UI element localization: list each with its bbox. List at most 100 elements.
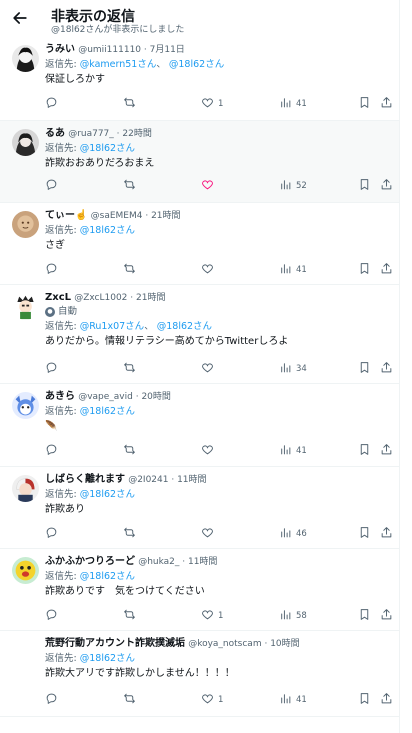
- like-button[interactable]: [201, 443, 218, 459]
- display-name[interactable]: 荒野行動アカウント詐欺撲滅垢: [45, 638, 185, 649]
- timestamp[interactable]: 7月11日: [150, 45, 185, 55]
- bookmark-button[interactable]: [358, 692, 371, 708]
- avatar[interactable]: [12, 475, 39, 502]
- share-button[interactable]: [380, 608, 393, 624]
- share-button[interactable]: [380, 526, 393, 542]
- tweet[interactable]: ふかふかつりろーど @huka2_ · 11時間 返信先: @18l62さん 詐欺…: [0, 549, 399, 631]
- reply-button[interactable]: [45, 692, 62, 708]
- like-button[interactable]: 1: [201, 692, 223, 708]
- mention-link[interactable]: @Ru1x07さん: [80, 321, 144, 332]
- views-button[interactable]: 41: [279, 692, 307, 708]
- bookmark-button[interactable]: [358, 526, 371, 542]
- handle[interactable]: @2I0241: [128, 475, 168, 485]
- views-button[interactable]: 52: [279, 178, 307, 194]
- timestamp[interactable]: 22時間: [122, 129, 151, 139]
- retweet-button[interactable]: [123, 692, 140, 708]
- tweet[interactable]: 荒野行動アカウント詐欺撲滅垢 @koya_notscam · 10時間 返信先:…: [0, 631, 399, 717]
- avatar[interactable]: [12, 211, 39, 238]
- share-button[interactable]: [380, 178, 393, 194]
- avatar[interactable]: [12, 129, 39, 156]
- handle[interactable]: @umii111110: [78, 45, 141, 55]
- like-button[interactable]: [201, 178, 218, 194]
- tweet[interactable]: るあ @rua777_ · 22時間 返信先: @18l62さん 詐欺おおありだろ…: [0, 121, 399, 203]
- bookmark-button[interactable]: [358, 361, 371, 377]
- mention-link[interactable]: @18l62さん: [80, 225, 135, 236]
- views-button[interactable]: 41: [279, 262, 307, 278]
- display-name[interactable]: てぃー☝️: [45, 210, 87, 221]
- avatar[interactable]: [12, 392, 39, 419]
- avatar[interactable]: [12, 45, 39, 72]
- handle[interactable]: @ZxcL1002: [74, 293, 127, 303]
- share-button[interactable]: [380, 361, 393, 377]
- mention-link[interactable]: @18l62さん: [157, 321, 212, 332]
- share-button[interactable]: [380, 262, 393, 278]
- retweet-button[interactable]: [123, 608, 140, 624]
- timestamp[interactable]: 11時間: [177, 475, 206, 485]
- views-button[interactable]: 34: [279, 361, 307, 377]
- display-name[interactable]: ZxcL: [45, 292, 71, 303]
- timestamp[interactable]: 20時間: [141, 392, 170, 402]
- back-arrow-icon[interactable]: [10, 8, 30, 28]
- mention-link[interactable]: @18l62さん: [80, 489, 135, 500]
- reply-button[interactable]: [45, 443, 62, 459]
- reply-button[interactable]: [45, 96, 62, 112]
- tweet[interactable]: あきら @vape_avid · 20時間 返信先: @18l62さん 🪶 41: [0, 384, 399, 467]
- share-button[interactable]: [380, 96, 393, 112]
- mention-link[interactable]: @18l62さん: [169, 59, 224, 70]
- views-button[interactable]: 41: [279, 96, 307, 112]
- bookmark-icon: [358, 361, 371, 377]
- avatar[interactable]: [12, 557, 39, 584]
- like-button[interactable]: [201, 526, 218, 542]
- retweet-button[interactable]: [123, 526, 140, 542]
- like-button[interactable]: [201, 361, 218, 377]
- retweet-button[interactable]: [123, 178, 140, 194]
- reply-button[interactable]: [45, 361, 62, 377]
- reply-button[interactable]: [45, 526, 62, 542]
- mention-link[interactable]: @18l62さん: [80, 653, 135, 664]
- timestamp[interactable]: 21時間: [136, 293, 165, 303]
- handle[interactable]: @koya_notscam: [188, 639, 261, 649]
- handle[interactable]: @saEMEM4: [91, 211, 143, 221]
- tweet[interactable]: しばらく離れます @2I0241 · 11時間 返信先: @18l62さん 詐欺あ…: [0, 467, 399, 549]
- timestamp[interactable]: 11時間: [188, 557, 217, 567]
- bookmark-button[interactable]: [358, 608, 371, 624]
- reply-button[interactable]: [45, 178, 62, 194]
- bookmark-icon: [358, 608, 371, 624]
- bookmark-button[interactable]: [358, 96, 371, 112]
- mention-link[interactable]: @18l62さん: [80, 143, 135, 154]
- views-button[interactable]: 41: [279, 443, 307, 459]
- bookmark-button[interactable]: [358, 262, 371, 278]
- share-button[interactable]: [380, 692, 393, 708]
- bookmark-button[interactable]: [358, 178, 371, 194]
- handle[interactable]: @vape_avid: [78, 392, 133, 402]
- share-button[interactable]: [380, 443, 393, 459]
- display-name[interactable]: るあ: [45, 128, 65, 139]
- views-button[interactable]: 46: [279, 526, 307, 542]
- like-button[interactable]: 1: [201, 608, 223, 624]
- avatar[interactable]: [12, 293, 39, 320]
- bookmark-button[interactable]: [358, 443, 371, 459]
- display-name[interactable]: うみい: [45, 44, 75, 55]
- tweet[interactable]: てぃー☝️ @saEMEM4 · 21時間 返信先: @18l62さん さぎ 41: [0, 203, 399, 285]
- tweet[interactable]: うみい @umii111110 · 7月11日 返信先: @kamern51さん…: [0, 37, 399, 121]
- like-button[interactable]: 1: [201, 96, 223, 112]
- display-name[interactable]: ふかふかつりろーど: [45, 556, 135, 567]
- timestamp[interactable]: 10時間: [270, 639, 299, 649]
- tweet[interactable]: ZxcL @ZxcL1002 · 21時間 ● 自動 返信先: @Ru1x07さん、…: [0, 285, 399, 384]
- mention-link[interactable]: @kamern51さん: [80, 59, 157, 70]
- retweet-button[interactable]: [123, 96, 140, 112]
- timestamp[interactable]: 21時間: [151, 211, 180, 221]
- reply-button[interactable]: [45, 608, 62, 624]
- retweet-button[interactable]: [123, 361, 140, 377]
- mention-link[interactable]: @18l62さん: [80, 406, 135, 417]
- handle[interactable]: @huka2_: [138, 557, 179, 567]
- like-button[interactable]: [201, 262, 218, 278]
- display-name[interactable]: しばらく離れます: [45, 474, 125, 485]
- reply-button[interactable]: [45, 262, 62, 278]
- mention-link[interactable]: @18l62さん: [80, 571, 135, 582]
- views-button[interactable]: 58: [279, 608, 307, 624]
- handle[interactable]: @rua777_: [68, 129, 114, 139]
- display-name[interactable]: あきら: [45, 391, 75, 402]
- retweet-button[interactable]: [123, 262, 140, 278]
- retweet-button[interactable]: [123, 443, 140, 459]
